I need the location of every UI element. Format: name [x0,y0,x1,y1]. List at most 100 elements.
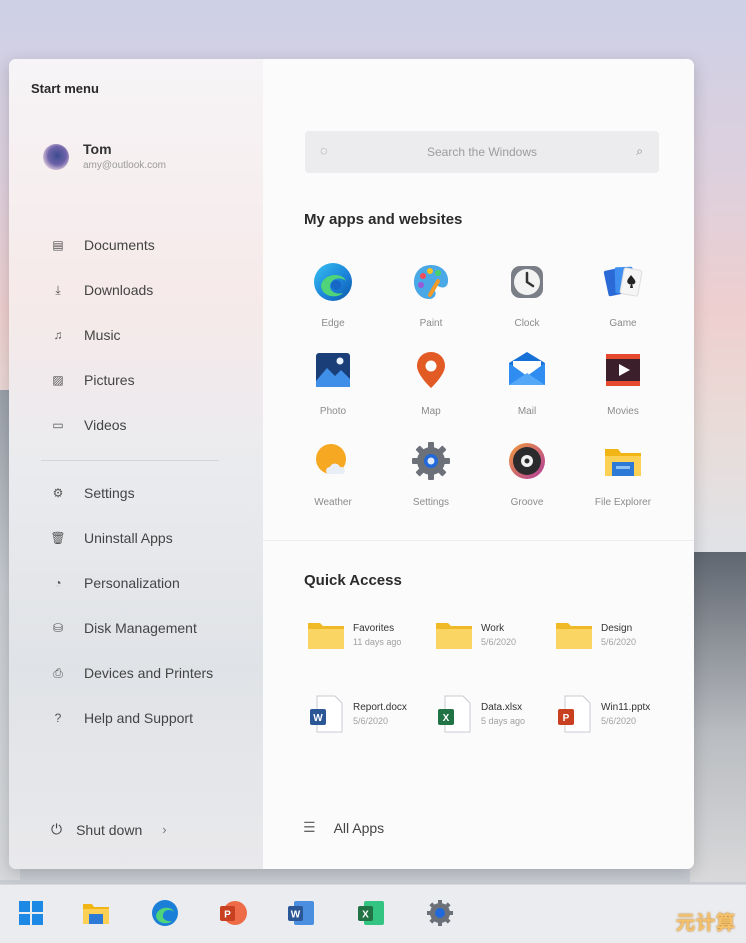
paint-icon [414,265,449,299]
nav-personalization[interactable]: ◔ Personalization [49,575,180,591]
start-menu-right-panel: ⤢ ◌ Search the Windows ⌕ My apps and web… [263,59,694,869]
nav-music-label: Music [84,327,121,343]
svg-text:P: P [563,713,570,724]
user-avatar[interactable] [43,144,69,170]
weather-icon [316,444,346,474]
quick-access-item-design[interactable]: Design 5/6/2020 [555,619,636,651]
shutdown-label: Shut down [76,821,143,838]
settings-gear-icon [412,442,450,480]
app-game-label: Game [609,318,637,329]
word-file-icon: W [310,695,343,733]
quick-access-date: 5/6/2020 [601,716,637,726]
quick-access-item-favorites[interactable]: Favorites 11 days ago [307,619,401,651]
apps-heading: My apps and websites [304,211,463,228]
folder-icon [436,623,472,649]
app-groove[interactable]: Groove [487,440,567,508]
nav-uninstall-apps[interactable]: 🗑 Uninstall Apps [49,530,173,546]
nav-disk-management[interactable]: ⛁ Disk Management [49,620,197,636]
nav-pictures[interactable]: ▨ Pictures [49,372,134,388]
nav-downloads-label: Downloads [84,282,154,298]
user-email: amy@outlook.com [83,160,166,171]
trash-icon: 🗑 [50,531,66,545]
app-clock[interactable]: Clock [487,261,567,329]
file-explorer-icon [605,449,641,476]
nav-divider [41,460,219,461]
quick-access-item-data[interactable]: X Data.xlsx 5 days ago [437,695,525,733]
app-movies-label: Movies [607,406,639,417]
start-menu-left-panel: Start menu Tom amy@outlook.com ▤ Documen… [9,59,263,869]
all-apps-label: All Apps [333,819,385,836]
quick-access-heading: Quick Access [304,572,402,589]
windows-logo-icon[interactable] [16,898,46,928]
printer-icon: ⎙ [53,665,63,680]
music-icon: ♫ [53,328,63,342]
search-icon[interactable]: ⌕ [636,144,643,159]
nav-devices-and-printers[interactable]: ⎙ Devices and Printers [49,665,213,681]
svg-text:P: P [224,910,231,921]
shutdown-button[interactable]: ⏻ Shut down › [51,821,167,838]
app-mail[interactable]: Mail [487,349,567,417]
app-file-explorer-label: File Explorer [594,497,652,508]
search-placeholder: Search the Windows [426,145,538,159]
app-groove-label: Groove [510,497,544,508]
nav-uninstall-apps-label: Uninstall Apps [84,530,173,546]
app-paint[interactable]: Paint [391,261,471,329]
app-weather-label: Weather [314,497,352,508]
excel-icon[interactable]: X [356,898,386,928]
help-icon: ? [54,711,62,725]
watermark: 元计算 [676,913,737,934]
mail-icon [509,352,545,385]
app-game[interactable]: Game [583,261,663,329]
nav-videos-label: Videos [84,417,127,433]
app-file-explorer[interactable]: File Explorer [583,440,663,508]
app-settings[interactable]: Settings [391,440,471,508]
pictures-icon: ▨ [52,373,64,387]
word-icon[interactable]: W [286,898,316,928]
app-clock-label: Clock [514,318,540,329]
file-explorer-icon[interactable] [81,898,111,928]
svg-text:W: W [313,713,323,724]
download-icon: ⤓ [55,282,61,297]
quick-access-item-work[interactable]: Work 5/6/2020 [435,619,516,651]
app-photo[interactable]: Photo [293,349,373,417]
photo-icon [316,353,350,387]
background-landscape-right [690,552,746,882]
nav-settings[interactable]: ⚙ Settings [49,485,135,501]
quick-access-date: 5/6/2020 [481,637,517,647]
gear-icon: ⚙ [52,486,64,500]
user-name[interactable]: Tom [83,141,112,157]
quick-access-name: Favorites [353,623,395,634]
groove-icon [509,443,545,479]
quick-access-item-win11[interactable]: P Win11.pptx 5/6/2020 [557,695,650,733]
quick-access-name: Data.xlsx [481,702,523,713]
edge-icon[interactable] [150,898,180,928]
nav-disk-management-label: Disk Management [84,620,197,636]
cards-icon [603,266,643,297]
app-movies[interactable]: Movies [583,349,663,417]
nav-downloads[interactable]: ⤓ Downloads [49,282,153,298]
quick-access-name: Work [481,623,505,634]
settings-gear-icon[interactable] [425,898,455,928]
svg-text:X: X [443,713,450,724]
app-map-label: Map [421,406,441,417]
nav-settings-label: Settings [84,485,135,501]
folder-icon [556,623,592,649]
nav-documents[interactable]: ▤ Documents [49,237,154,253]
app-weather[interactable]: Weather [293,440,373,508]
nav-personalization-label: Personalization [84,575,180,591]
nav-help-and-support-label: Help and Support [84,710,193,726]
nav-music[interactable]: ♫ Music [49,327,121,343]
quick-access-item-report[interactable]: W Report.docx 5/6/2020 [309,695,407,733]
powerpoint-icon[interactable]: P [218,898,248,928]
chevron-right-icon[interactable]: › [162,822,166,837]
nav-help-and-support[interactable]: ? Help and Support [49,710,193,726]
app-edge[interactable]: Edge [293,261,373,329]
nav-videos[interactable]: ▭ Videos [49,417,127,433]
nav-devices-and-printers-label: Devices and Printers [84,665,214,681]
section-divider [263,540,694,541]
app-map[interactable]: Map [391,349,471,417]
folder-icon [308,623,344,649]
search-box[interactable]: ◌ Search the Windows ⌕ [305,131,659,173]
all-apps-button[interactable]: ☰ All Apps [303,819,384,836]
start-menu-title: Start menu [31,81,99,96]
